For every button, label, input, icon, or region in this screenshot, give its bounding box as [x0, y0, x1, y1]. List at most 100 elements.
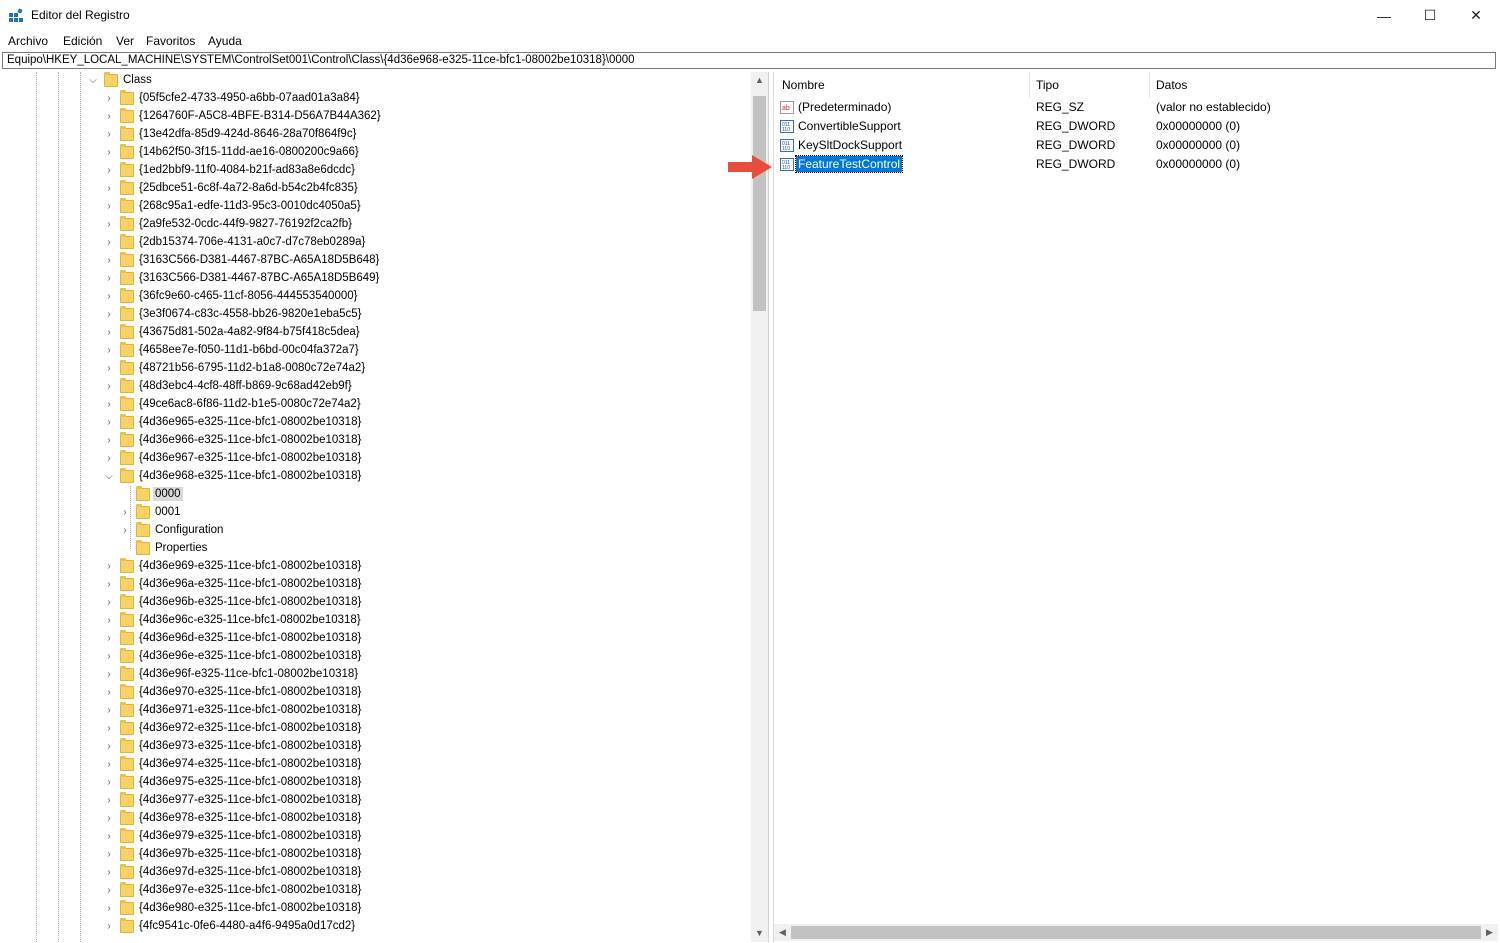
- menu-ayuda[interactable]: Ayuda: [208, 34, 242, 48]
- values-list[interactable]: Nombre Tipo Datos ab (Predeterminado) REG_…: [773, 72, 1500, 942]
- chevron-right-icon[interactable]: ›: [104, 342, 114, 360]
- chevron-right-icon[interactable]: ›: [104, 558, 114, 576]
- tree-item[interactable]: › {3e3f0674-c83c-4558-bb26-9820e1eba5c5}: [0, 306, 700, 324]
- value-row[interactable]: 011 110 FeatureTestControl REG_DWORD 0x00000…: [774, 155, 1500, 174]
- chevron-right-icon[interactable]: ›: [104, 720, 114, 738]
- tree-item[interactable]: › {4d36e96c-e325-11ce-bfc1-08002be10318}: [0, 612, 700, 630]
- scrollbar-thumb[interactable]: [753, 96, 766, 311]
- chevron-right-icon[interactable]: ›: [104, 738, 114, 756]
- chevron-right-icon[interactable]: ›: [104, 414, 114, 432]
- column-divider[interactable]: [1149, 72, 1150, 98]
- tree-item[interactable]: › {4d36e97e-e325-11ce-bfc1-08002be10318}: [0, 882, 700, 900]
- chevron-right-icon[interactable]: ›: [104, 900, 114, 918]
- tree-item[interactable]: › {1264760F-A5C8-4BFE-B314-D56A7B44A362}: [0, 108, 700, 126]
- tree-item[interactable]: › {3163C566-D381-4467-87BC-A65A18D5B649}: [0, 270, 700, 288]
- chevron-right-icon[interactable]: ›: [104, 90, 114, 108]
- tree-item[interactable]: › {4d36e978-e325-11ce-bfc1-08002be10318}: [0, 810, 700, 828]
- chevron-right-icon[interactable]: ›: [104, 324, 114, 342]
- tree-item[interactable]: ⌵ {4d36e968-e325-11ce-bfc1-08002be10318}: [0, 468, 700, 486]
- tree-item[interactable]: › {4d36e965-e325-11ce-bfc1-08002be10318}: [0, 414, 700, 432]
- tree-item[interactable]: › {4d36e966-e325-11ce-bfc1-08002be10318}: [0, 432, 700, 450]
- tree-item-child[interactable]: 0000: [0, 486, 700, 504]
- tree-item[interactable]: › {1ed2bbf9-11f0-4084-b21f-ad83a8e6dcdc}: [0, 162, 700, 180]
- scroll-up-icon[interactable]: ▲: [751, 72, 768, 89]
- chevron-right-icon[interactable]: ›: [104, 180, 114, 198]
- tree-item[interactable]: › {4d36e96f-e325-11ce-bfc1-08002be10318}: [0, 666, 700, 684]
- tree-item[interactable]: › {05f5cfe2-4733-4950-a6bb-07aad01a3a84}: [0, 90, 700, 108]
- scrollbar-thumb[interactable]: [791, 926, 1481, 939]
- value-row[interactable]: 011 110 ConvertibleSupport REG_DWORD 0x00000…: [774, 117, 1500, 136]
- column-header-type[interactable]: Tipo: [1036, 78, 1059, 92]
- chevron-right-icon[interactable]: ›: [104, 288, 114, 306]
- minimize-button[interactable]: —: [1361, 0, 1407, 31]
- tree-item[interactable]: › {3163C566-D381-4467-87BC-A65A18D5B648}: [0, 252, 700, 270]
- chevron-right-icon[interactable]: ›: [104, 576, 114, 594]
- chevron-right-icon[interactable]: ›: [104, 144, 114, 162]
- tree-item[interactable]: › {4d36e96b-e325-11ce-bfc1-08002be10318}: [0, 594, 700, 612]
- chevron-right-icon[interactable]: ›: [104, 702, 114, 720]
- tree-item[interactable]: › {4d36e979-e325-11ce-bfc1-08002be10318}: [0, 828, 700, 846]
- tree-item[interactable]: › {4d36e971-e325-11ce-bfc1-08002be10318}: [0, 702, 700, 720]
- tree-item[interactable]: › {13e42dfa-85d9-424d-8646-28a70f864f9c}: [0, 126, 700, 144]
- key-tree[interactable]: ⌵ Class › {05f5cfe2-4733-4950-a6bb-07aad0…: [0, 72, 768, 942]
- chevron-right-icon[interactable]: ›: [104, 882, 114, 900]
- maximize-button[interactable]: ☐: [1407, 0, 1453, 31]
- chevron-right-icon[interactable]: ›: [104, 774, 114, 792]
- menu-edicion[interactable]: Edición: [63, 34, 102, 48]
- menu-archivo[interactable]: Archivo: [8, 34, 48, 48]
- chevron-right-icon[interactable]: ›: [104, 828, 114, 846]
- chevron-right-icon[interactable]: ›: [104, 594, 114, 612]
- chevron-down-icon[interactable]: ⌵: [104, 468, 114, 486]
- tree-item[interactable]: › {4d36e967-e325-11ce-bfc1-08002be10318}: [0, 450, 700, 468]
- tree-item[interactable]: › {4d36e97d-e325-11ce-bfc1-08002be10318}: [0, 864, 700, 882]
- tree-item[interactable]: › {4d36e980-e325-11ce-bfc1-08002be10318}: [0, 900, 700, 918]
- chevron-right-icon[interactable]: ›: [104, 756, 114, 774]
- chevron-right-icon[interactable]: ›: [104, 270, 114, 288]
- chevron-right-icon[interactable]: ›: [104, 648, 114, 666]
- tree-item[interactable]: › {4d36e96e-e325-11ce-bfc1-08002be10318}: [0, 648, 700, 666]
- column-divider[interactable]: [1029, 72, 1030, 98]
- address-bar[interactable]: Equipo\HKEY_LOCAL_MACHINE\SYSTEM\Control…: [2, 52, 1496, 69]
- tree-item[interactable]: › {4fc9541c-0fe6-4480-a4f6-9495a0d17cd2}: [0, 918, 700, 936]
- chevron-right-icon[interactable]: ›: [104, 918, 114, 936]
- chevron-right-icon[interactable]: ›: [104, 252, 114, 270]
- chevron-right-icon[interactable]: ›: [104, 864, 114, 882]
- tree-item[interactable]: › {4d36e973-e325-11ce-bfc1-08002be10318}: [0, 738, 700, 756]
- tree-item[interactable]: › {43675d81-502a-4a82-9f84-b75f418c5dea}: [0, 324, 700, 342]
- chevron-right-icon[interactable]: ›: [104, 108, 114, 126]
- chevron-right-icon[interactable]: ›: [120, 504, 130, 522]
- tree-item[interactable]: › {49ce6ac8-6f86-11d2-b1e5-0080c72e74a2}: [0, 396, 700, 414]
- chevron-right-icon[interactable]: ›: [104, 630, 114, 648]
- scroll-down-icon[interactable]: ▼: [751, 925, 768, 942]
- chevron-right-icon[interactable]: ›: [104, 666, 114, 684]
- chevron-right-icon[interactable]: ›: [104, 432, 114, 450]
- column-header-name[interactable]: Nombre: [782, 78, 825, 92]
- tree-item[interactable]: › {36fc9e60-c465-11cf-8056-444553540000}: [0, 288, 700, 306]
- tree-item[interactable]: › {4d36e977-e325-11ce-bfc1-08002be10318}: [0, 792, 700, 810]
- chevron-right-icon[interactable]: ›: [104, 306, 114, 324]
- tree-item[interactable]: › {14b62f50-3f15-11dd-ae16-0800200c9a66}: [0, 144, 700, 162]
- chevron-right-icon[interactable]: ›: [104, 810, 114, 828]
- chevron-right-icon[interactable]: ›: [104, 846, 114, 864]
- tree-item[interactable]: › {4d36e974-e325-11ce-bfc1-08002be10318}: [0, 756, 700, 774]
- chevron-right-icon[interactable]: ›: [104, 684, 114, 702]
- chevron-right-icon[interactable]: ›: [104, 612, 114, 630]
- tree-item-child[interactable]: Properties: [0, 540, 700, 558]
- menu-favoritos[interactable]: Favoritos: [146, 34, 195, 48]
- tree-item[interactable]: › {4d36e96d-e325-11ce-bfc1-08002be10318}: [0, 630, 700, 648]
- menu-ver[interactable]: Ver: [116, 34, 134, 48]
- values-horizontal-scrollbar[interactable]: ◀ ▶: [774, 924, 1498, 941]
- tree-item-child[interactable]: › 0001: [0, 504, 700, 522]
- scroll-left-icon[interactable]: ◀: [774, 924, 791, 941]
- tree-item[interactable]: › {4d36e97b-e325-11ce-bfc1-08002be10318}: [0, 846, 700, 864]
- chevron-right-icon[interactable]: ›: [104, 216, 114, 234]
- tree-item[interactable]: › {2db15374-706e-4131-a0c7-d7c78eb0289a}: [0, 234, 700, 252]
- tree-item[interactable]: › {2a9fe532-0cdc-44f9-9827-76192f2ca2fb}: [0, 216, 700, 234]
- chevron-right-icon[interactable]: ›: [104, 378, 114, 396]
- chevron-right-icon[interactable]: ›: [104, 792, 114, 810]
- tree-item[interactable]: › {4d36e972-e325-11ce-bfc1-08002be10318}: [0, 720, 700, 738]
- chevron-right-icon[interactable]: ›: [104, 198, 114, 216]
- tree-item[interactable]: › {48d3ebc4-4cf8-48ff-b869-9c68ad42eb9f}: [0, 378, 700, 396]
- tree-item[interactable]: › {4d36e96a-e325-11ce-bfc1-08002be10318}: [0, 576, 700, 594]
- tree-item-class[interactable]: ⌵ Class: [0, 72, 700, 90]
